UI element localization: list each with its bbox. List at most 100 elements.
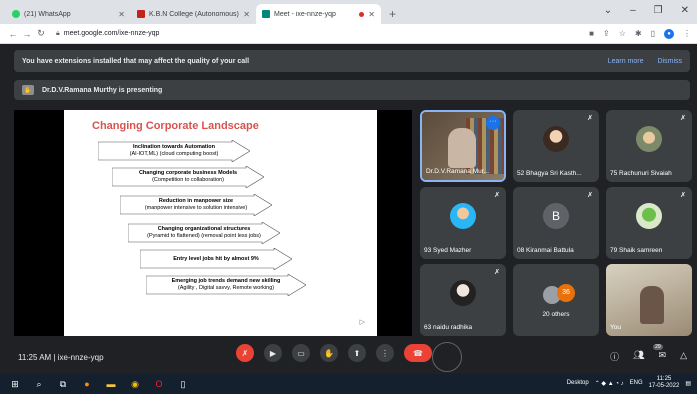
avatar [543, 125, 569, 152]
slide-arrow-item: Entry level jobs hit by almost 9% [140, 248, 292, 270]
self-figure [640, 286, 664, 324]
recording-dot-icon [359, 11, 365, 17]
banner-message: You have extensions installed that may a… [22, 57, 250, 65]
tab-title: K.B.N College (Autonomous) Mai [149, 10, 239, 18]
others-tile[interactable]: 36 20 others [513, 264, 599, 336]
participant-tile[interactable]: ✗ B 08 Kiranmai Battula [513, 187, 599, 259]
windows-taskbar: ⊞ ⌕ ⧉ ● ▬ ◉ O ▯ Desktop ⌃ ◆ ▲ ◔ ♪ ENG 11… [0, 374, 697, 394]
participant-name: 63 naidu radhika [424, 324, 473, 331]
opera-icon[interactable]: O [152, 377, 166, 391]
tab-meet[interactable]: Meet - ixe-nnze-yqp ✕ [256, 4, 381, 24]
ring-overlay [432, 342, 462, 372]
activities-icon[interactable]: △ [680, 350, 687, 363]
language-indicator[interactable]: ENG [630, 380, 643, 386]
mic-off-icon: ✗ [494, 269, 500, 276]
whatsapp-icon [12, 10, 20, 18]
clock-time: 11:25 [656, 376, 672, 382]
forward-icon[interactable]: → [20, 29, 34, 39]
slide-arrow-item: Changing organizational structures (Pyra… [128, 222, 280, 244]
slide-arrow-item: Reduction in manpower size (manpower int… [120, 194, 272, 216]
raise-hand-button[interactable]: ✋ [320, 344, 338, 362]
call-controls: ✗ ▶ ▭ ✋ ⬆ ⋮ ☎ [236, 344, 432, 362]
participant-name: Dr.D.V.Ramana Mur... [426, 168, 489, 175]
more-options-button[interactable]: ⋮ [376, 344, 394, 362]
participant-name: You [610, 324, 621, 331]
chrome-icon[interactable]: ◉ [128, 377, 142, 391]
mic-off-button[interactable]: ✗ [236, 344, 254, 362]
participant-tile[interactable]: ✗ 79 Shaik samreen [606, 187, 692, 259]
close-icon[interactable]: ✕ [243, 10, 250, 19]
meeting-details-icon[interactable]: ⓘ [610, 350, 619, 363]
bookmark-star-icon[interactable]: ☆ [619, 29, 626, 38]
camera-in-use-icon[interactable]: ■ [589, 29, 594, 38]
clock-date: 17-05-2022 [648, 383, 680, 389]
meet-icon [262, 10, 270, 18]
participant-tile[interactable]: ✗ 52 Bhagya Sri Kasth... [513, 110, 599, 182]
profile-avatar[interactable]: ● [664, 28, 674, 39]
self-tile[interactable]: You [606, 264, 692, 336]
participant-tile[interactable]: ✗ 63 naidu radhika [420, 264, 506, 336]
participant-name: 93 Syed Mazher [424, 247, 472, 254]
mouse-cursor-icon: ▷ [359, 319, 365, 326]
browser-toolbar: ■ ⇪ ☆ ✱ ▯ ● ⋮ [589, 28, 691, 39]
participant-name: 20 others [542, 311, 570, 318]
clock[interactable]: 11:25 17-05-2022 [649, 376, 680, 390]
address-bar: ← → ↻ 🔒︎ meet.google.com/ixe-nnze-yqp ■ … [0, 24, 697, 44]
participant-tile[interactable]: ✗ 93 Syed Mazher [420, 187, 506, 259]
url-field[interactable]: 🔒︎ meet.google.com/ixe-nnze-yqp [56, 30, 589, 38]
participant-name: 52 Bhagya Sri Kasth... [517, 170, 582, 177]
back-icon[interactable]: ← [6, 29, 20, 39]
avatar [636, 125, 662, 152]
tab-college-mail[interactable]: K.B.N College (Autonomous) Mai ✕ [131, 4, 256, 24]
captions-button[interactable]: ▭ [292, 344, 310, 362]
search-icon[interactable]: ⌕ [32, 377, 46, 391]
meeting-separator: | [53, 352, 56, 362]
windows-start-icon[interactable]: ⊞ [8, 377, 22, 391]
app-icon[interactable]: ● [80, 377, 94, 391]
close-window-icon[interactable]: ✕ [681, 5, 689, 16]
mic-off-icon: ✗ [680, 192, 686, 199]
present-button[interactable]: ⬆ [348, 344, 366, 362]
learn-more-link[interactable]: Learn more [608, 58, 644, 65]
tab-whatsapp[interactable]: (21) WhatsApp ✕ [6, 4, 131, 24]
participant-tile[interactable]: ✗ 75 Rachunuri Sivaiah [606, 110, 692, 182]
presentation-slide: Changing Corporate Landscape Inclination… [64, 110, 377, 336]
maximize-icon[interactable]: ❐ [654, 5, 663, 16]
task-view-icon[interactable]: ⧉ [56, 377, 70, 391]
share-icon[interactable]: ⇪ [603, 29, 610, 38]
slide-arrow-item: Inclination towards Automation (AI-IOT,M… [98, 140, 250, 162]
tab-search-icon[interactable]: ⌄ [604, 5, 612, 16]
gmail-icon [137, 10, 145, 18]
close-icon[interactable]: ✕ [118, 10, 125, 19]
browser-tabbar: (21) WhatsApp ✕ K.B.N College (Autonomou… [0, 0, 697, 24]
people-button[interactable]: 👥︎ 29 [633, 344, 663, 363]
chat-icon[interactable]: ✉ [659, 350, 667, 363]
tab-title: Meet - ixe-nnze-yqp [274, 10, 336, 18]
leave-call-button[interactable]: ☎ [404, 344, 432, 362]
participant-tile-presenter[interactable]: ··· Dr.D.V.Ramana Mur... [420, 110, 506, 182]
more-options-icon[interactable]: ··· [486, 116, 500, 130]
dismiss-button[interactable]: Dismiss [658, 58, 683, 65]
slide-title: Changing Corporate Landscape [92, 120, 259, 132]
menu-icon[interactable]: ⋮ [683, 29, 691, 38]
meet-side-controls: ⓘ 👥︎ 29 ✉ △ [610, 344, 687, 363]
meet-bottom-bar: 11:25 AM | ixe-nnze-yqp ✗ ▶ ▭ ✋ ⬆ ⋮ ☎ ⓘ … [0, 340, 697, 374]
close-icon[interactable]: ✕ [368, 10, 375, 19]
file-explorer-icon[interactable]: ▬ [104, 377, 118, 391]
avatar [450, 202, 476, 229]
mic-off-icon: ✗ [587, 192, 593, 199]
tray-icons[interactable]: ⌃ ◆ ▲ ◔ ♪ [595, 380, 624, 387]
camera-button[interactable]: ▶ [264, 344, 282, 362]
reload-icon[interactable]: ↻ [34, 28, 48, 39]
extensions-icon[interactable]: ✱ [635, 29, 642, 38]
document-icon[interactable]: ▯ [176, 377, 190, 391]
minimize-icon[interactable]: – [630, 5, 636, 16]
lock-icon[interactable]: 🔒︎ [56, 30, 60, 38]
new-tab-button[interactable]: + [389, 7, 396, 21]
sidepanel-icon[interactable]: ▯ [651, 29, 655, 38]
participant-name: 79 Shaik samreen [610, 247, 663, 254]
avatar [450, 279, 476, 306]
people-count-badge: 29 [653, 344, 663, 350]
desktop-label[interactable]: Desktop [567, 380, 589, 386]
notifications-icon[interactable]: ▤ [685, 380, 691, 387]
